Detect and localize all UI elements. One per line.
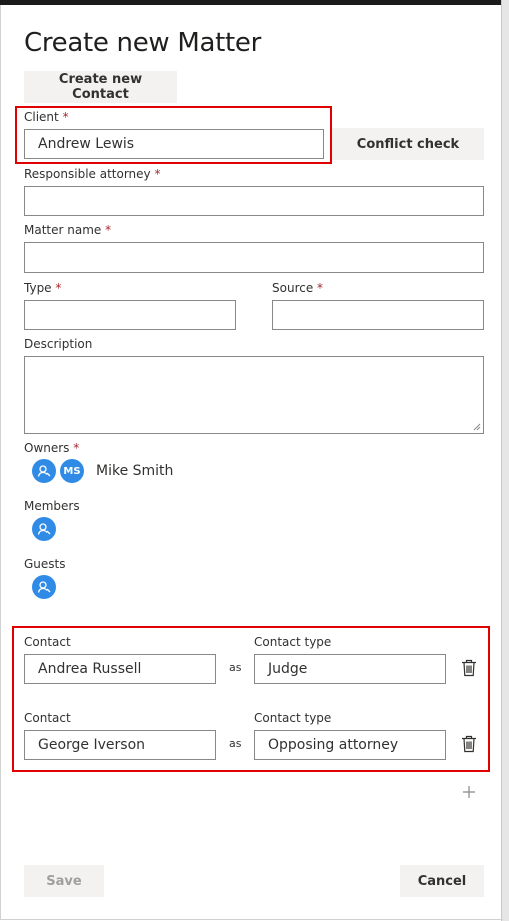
source-label: Source * [272,281,324,295]
members-label: Members [24,499,80,513]
responsible-attorney-input[interactable] [24,186,484,216]
as-label: as [229,661,242,674]
client-input[interactable]: Andrew Lewis [24,129,324,159]
trash-icon[interactable] [461,735,477,753]
add-guest-person-icon[interactable] [32,575,56,599]
contact-type-label: Contact type [254,635,332,649]
owner-avatar: MS [60,459,84,483]
save-button[interactable]: Save [24,865,104,897]
owner-name: Mike Smith [96,463,174,479]
source-input[interactable] [272,300,484,330]
add-owner-person-icon[interactable] [32,459,56,483]
contact-name-input[interactable]: George Iverson [24,730,216,760]
client-label: Client * [24,110,69,124]
trash-icon[interactable] [461,659,477,677]
create-contact-button[interactable]: Create new Contact [24,71,177,103]
contact-type-label: Contact type [254,711,332,725]
dialog-title: Create new Matter [24,28,261,58]
description-label: Description [24,337,93,351]
contact-type-input[interactable]: Opposing attorney [254,730,446,760]
type-input[interactable] [24,300,236,330]
matter-name-label: Matter name * [24,223,112,237]
guests-label: Guests [24,557,66,571]
description-textarea[interactable] [24,356,484,434]
owners-label: Owners * [24,441,80,455]
type-label: Type * [24,281,62,295]
resize-grip-icon[interactable] [473,423,481,431]
contact-type-input[interactable]: Judge [254,654,446,684]
responsible-attorney-label: Responsible attorney * [24,167,161,181]
add-member-person-icon[interactable] [32,517,56,541]
plus-icon[interactable] [462,785,476,799]
matter-name-input[interactable] [24,242,484,273]
as-label: as [229,737,242,750]
cancel-button[interactable]: Cancel [400,865,484,897]
contact-label: Contact [24,635,71,649]
conflict-check-button[interactable]: Conflict check [332,128,484,160]
contact-name-input[interactable]: Andrea Russell [24,654,216,684]
contact-label: Contact [24,711,71,725]
